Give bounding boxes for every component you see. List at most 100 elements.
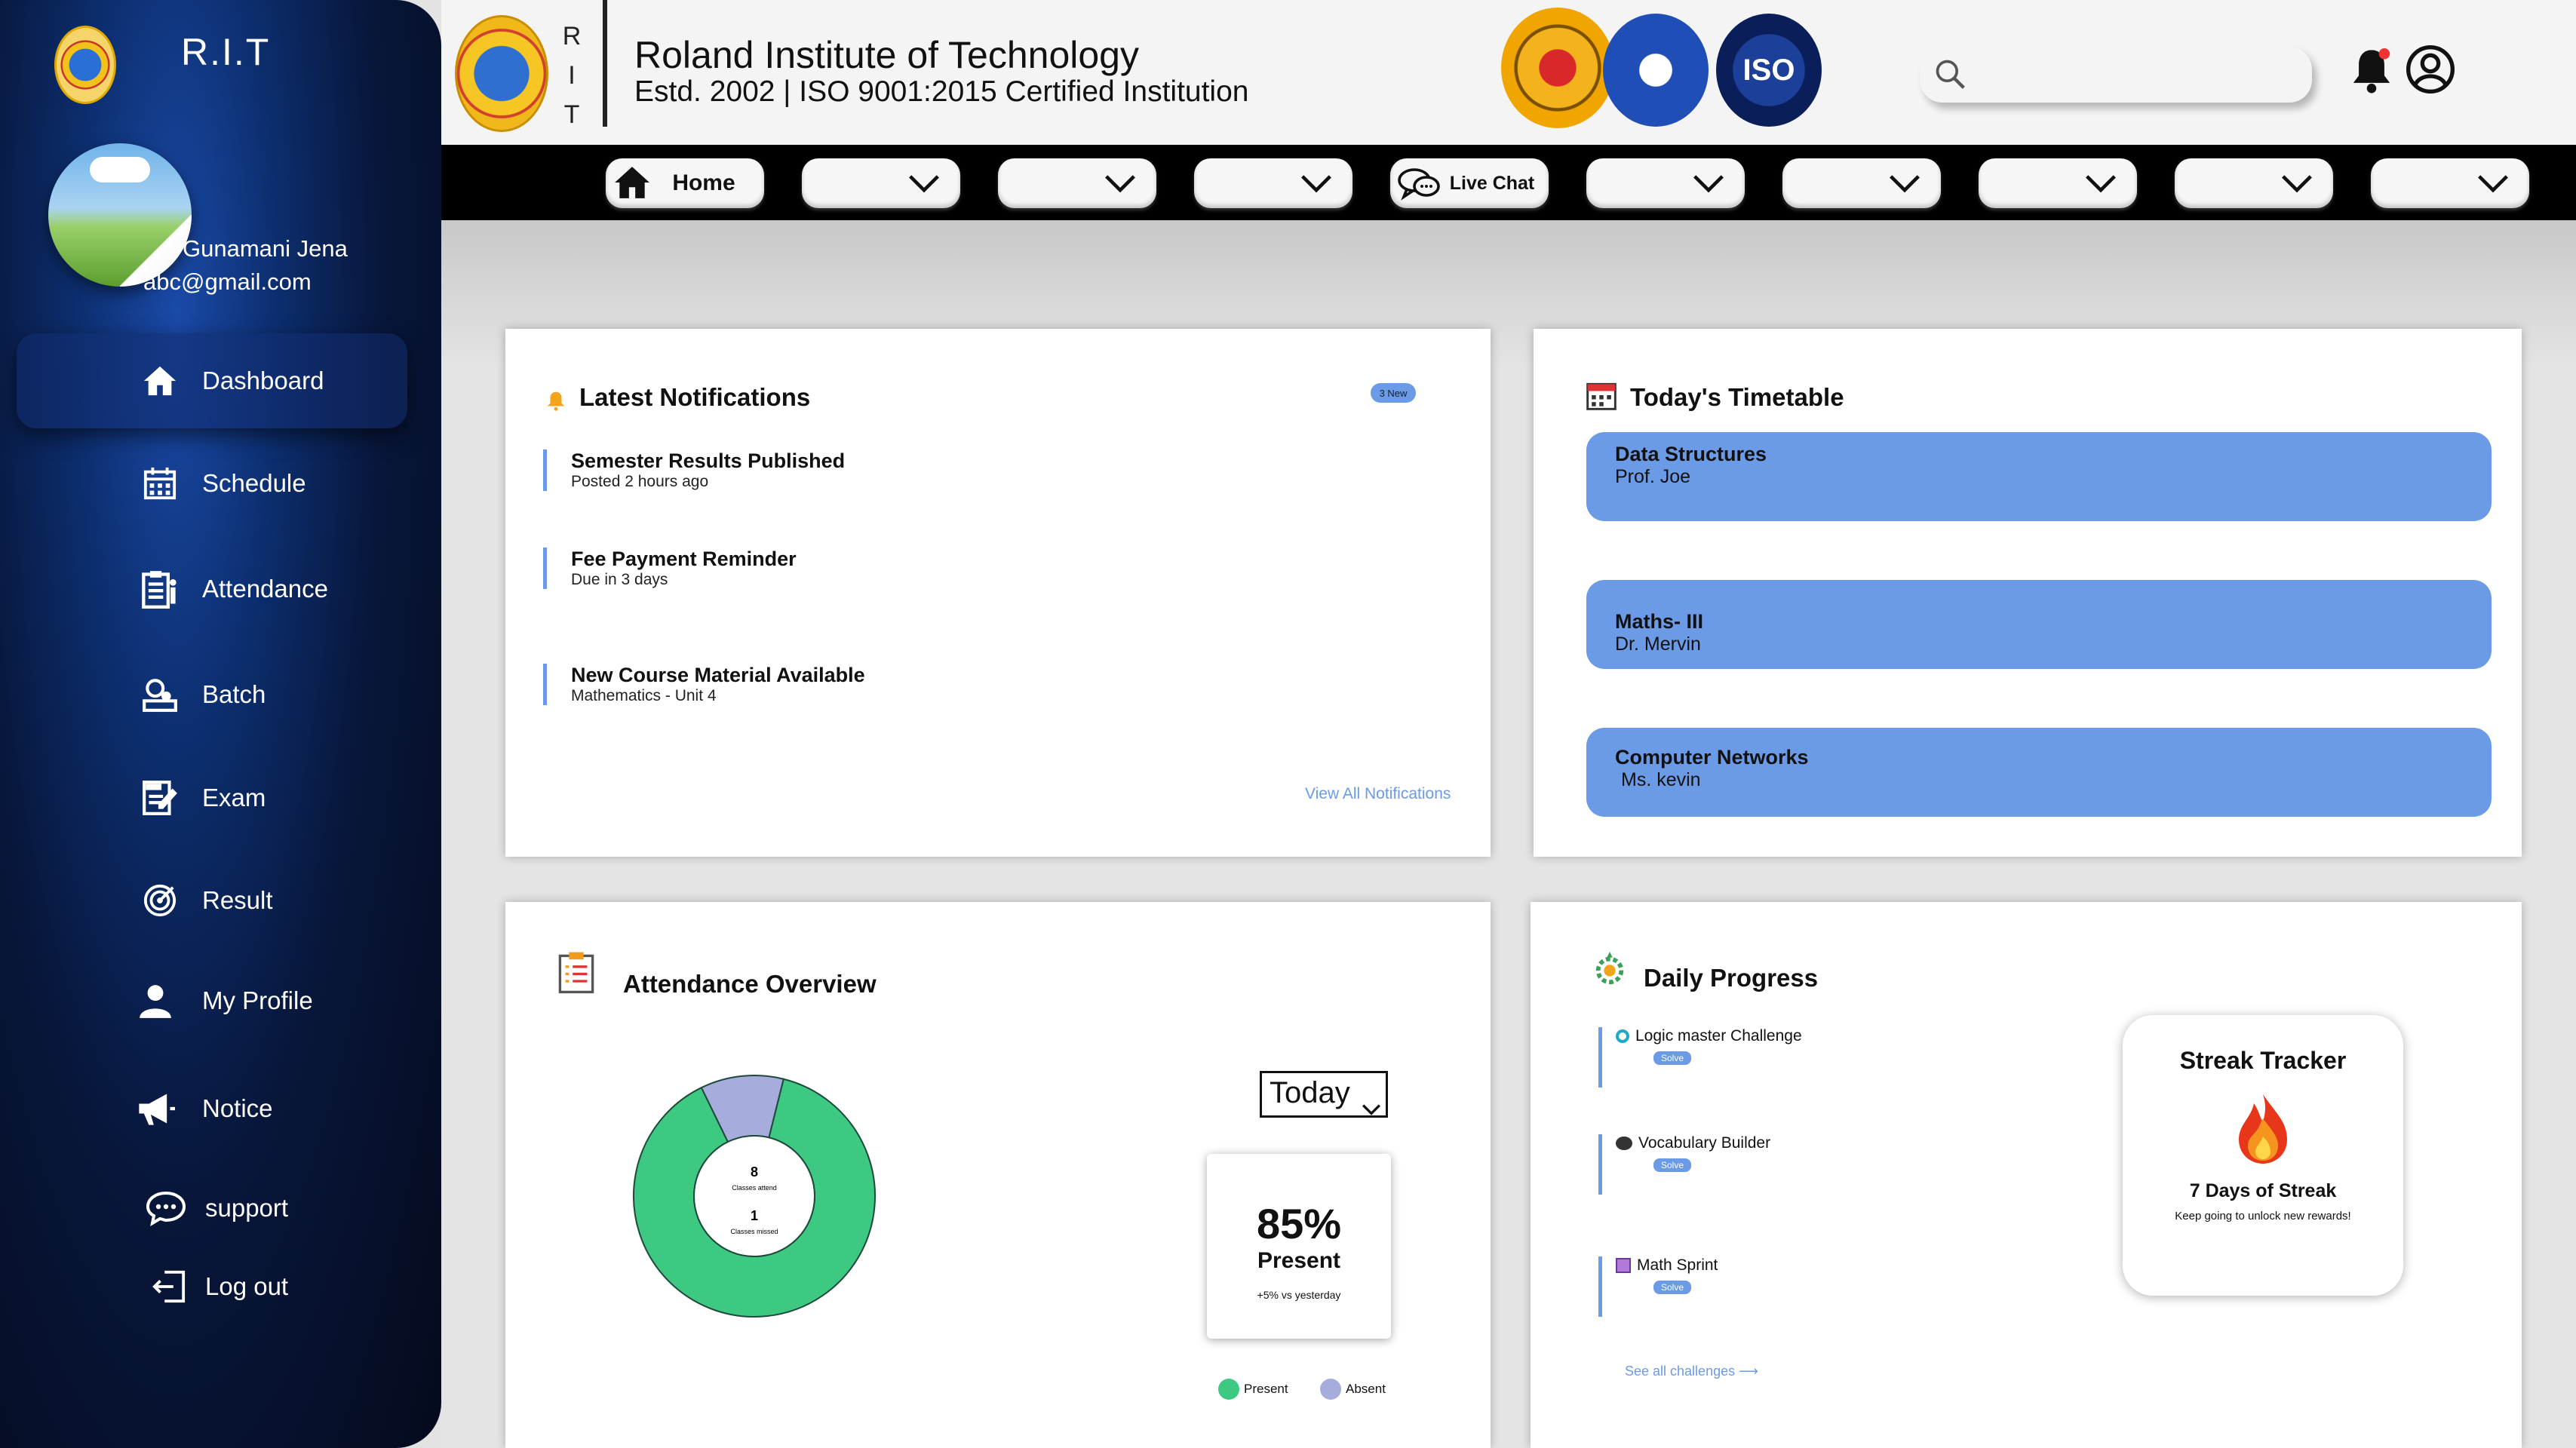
donut-caption-label: Classes attend	[732, 1184, 777, 1192]
nav-dropdown-3[interactable]	[1194, 158, 1352, 208]
home-icon	[140, 361, 180, 400]
timetable-card: Today's Timetable Data Structures Prof. …	[1534, 329, 2522, 857]
attendance-title: Attendance Overview	[623, 970, 877, 998]
batch-icon	[140, 675, 180, 714]
sidebar-item-notice[interactable]: Notice	[17, 1061, 407, 1156]
attendance-percent-label: Present	[1257, 1248, 1341, 1273]
legend-present: Present	[1218, 1379, 1288, 1400]
sidebar-item-dashboard[interactable]: Dashboard	[17, 333, 407, 428]
aicte-seal	[1501, 8, 1614, 128]
timetable-slot[interactable]: Maths- III Dr. Mervin	[1586, 580, 2492, 669]
rit-vertical: R I T	[562, 22, 582, 129]
target-dot-icon	[1616, 1029, 1629, 1043]
view-all-notifications-link[interactable]: View All Notifications	[1305, 785, 1451, 803]
user-icon	[136, 981, 175, 1020]
chevron-down-icon	[907, 172, 941, 201]
chevron-down-icon	[2476, 172, 2510, 201]
chevron-down-icon	[1300, 172, 1333, 201]
sidebar-item-result[interactable]: Result	[17, 853, 407, 948]
solve-button[interactable]: Solve	[1653, 1281, 1692, 1294]
chat-icon	[1398, 166, 1440, 207]
donut-value-label: 8	[751, 1164, 758, 1180]
timetable-slot[interactable]: Computer Networks Ms. kevin	[1586, 728, 2492, 817]
university-seal	[1603, 14, 1709, 127]
nav-dropdown-1[interactable]	[802, 158, 960, 208]
search-input[interactable]	[1920, 47, 2312, 103]
bell-icon[interactable]	[2350, 45, 2393, 99]
attendance-donut-chart: 8 Classes attend 1 Classes missed	[633, 1075, 876, 1318]
top-nav: Home Live Chat	[441, 145, 2576, 220]
streak-title: Streak Tracker	[2179, 1047, 2347, 1074]
calendar-icon	[140, 464, 180, 503]
target-icon	[140, 881, 180, 920]
sidebar-item-logout[interactable]: Log out	[17, 1250, 407, 1323]
account-icon[interactable]	[2406, 45, 2455, 97]
nav-dropdown-2[interactable]	[998, 158, 1156, 208]
attendance-stat-card: 85% Present +5% vs yesterday	[1207, 1154, 1391, 1339]
sidebar-item-exam[interactable]: Exam	[17, 750, 407, 845]
notification-item[interactable]: Semester Results Published Posted 2 hour…	[543, 449, 845, 491]
sidebar-item-label: Result	[202, 886, 273, 914]
institute-logo	[455, 15, 548, 132]
attendance-card: Attendance Overview 8 Classes attend 1 Clas…	[505, 902, 1491, 1448]
solve-button[interactable]: Solve	[1653, 1158, 1692, 1172]
exam-icon	[140, 778, 180, 818]
notification-item[interactable]: Fee Payment Reminder Due in 3 days	[543, 548, 797, 589]
daily-progress-card: Daily Progress Logic master Challenge So…	[1531, 902, 2522, 1448]
nav-dropdown-4[interactable]	[1586, 158, 1745, 208]
chevron-down-icon	[1888, 172, 1921, 201]
notifications-title: Latest Notifications	[579, 383, 811, 411]
nav-dropdown-7[interactable]	[2175, 158, 2333, 208]
daily-progress-title: Daily Progress	[1644, 964, 1819, 992]
chevron-down-icon	[2280, 172, 2313, 201]
institute-subtitle: Estd. 2002 | ISO 9001:2015 Certified Ins…	[634, 75, 1249, 108]
nav-dropdown-5[interactable]	[1782, 158, 1941, 208]
avatar[interactable]	[48, 143, 192, 287]
logout-icon	[149, 1267, 189, 1306]
notification-item[interactable]: New Course Material Available Mathematic…	[543, 664, 865, 705]
sidebar-item-label: Schedule	[202, 469, 306, 497]
support-chat-icon	[146, 1189, 186, 1228]
institute-logo	[54, 26, 116, 104]
donut-caption-label: Classes missed	[730, 1228, 778, 1235]
user-email: abc@gmail.com	[143, 268, 312, 295]
period-select[interactable]: Today	[1260, 1071, 1388, 1118]
calendar-icon	[1585, 379, 1618, 416]
timetable-slot[interactable]: Data Structures Prof. Joe	[1586, 432, 2492, 521]
nav-home-button[interactable]: Home	[606, 158, 764, 208]
nav-dropdown-6[interactable]	[1979, 158, 2137, 208]
sidebar-item-batch[interactable]: Batch	[17, 647, 407, 742]
see-all-challenges-link[interactable]: See all challenges ⟶	[1625, 1364, 1758, 1379]
user-name: Gunamani Jena	[183, 235, 348, 262]
sidebar-item-support[interactable]: support	[17, 1170, 407, 1246]
nav-live-chat-button[interactable]: Live Chat	[1390, 158, 1549, 208]
nav-dropdown-8[interactable]	[2371, 158, 2529, 208]
solve-button[interactable]: Solve	[1653, 1051, 1692, 1065]
timetable-title: Today's Timetable	[1630, 383, 1844, 411]
search-icon	[1933, 57, 1967, 94]
challenge-item: Vocabulary Builder Solve	[1598, 1134, 1770, 1195]
sidebar-item-label: Exam	[202, 784, 266, 811]
notifications-card: Latest Notifications 3 New Semester Resu…	[505, 329, 1491, 857]
chevron-down-icon	[1104, 172, 1137, 201]
streak-tracker-card: Streak Tracker 7 Days of Streak Keep goi…	[2123, 1015, 2403, 1296]
sidebar-title: R.I.T	[181, 31, 271, 73]
chevron-down-icon	[1692, 172, 1725, 201]
challenge-item: Math Sprint Solve	[1598, 1256, 1718, 1317]
sidebar: R.I.T Gunamani Jena abc@gmail.com Dashbo…	[0, 0, 441, 1448]
sidebar-item-attendance[interactable]: Attendance	[17, 541, 407, 637]
institute-name: Roland Institute of Technology	[634, 34, 1139, 76]
sidebar-item-my-profile[interactable]: My Profile	[17, 953, 407, 1048]
clipboard-icon	[558, 950, 594, 998]
header: R I T Roland Institute of Technology Est…	[441, 0, 2576, 145]
book-icon	[1616, 1258, 1631, 1273]
streak-subtitle: Keep going to unlock new rewards!	[2175, 1210, 2351, 1223]
megaphone-icon	[136, 1089, 175, 1128]
sidebar-item-label: Batch	[202, 680, 266, 708]
chevron-down-icon	[1362, 1090, 1381, 1124]
iso-seal: ISO	[1716, 14, 1822, 127]
sidebar-item-schedule[interactable]: Schedule	[17, 436, 407, 531]
gear-progress-icon	[1592, 950, 1627, 992]
challenge-item: Logic master Challenge Solve	[1598, 1027, 1802, 1088]
attendance-delta: +5% vs yesterday	[1257, 1289, 1341, 1301]
